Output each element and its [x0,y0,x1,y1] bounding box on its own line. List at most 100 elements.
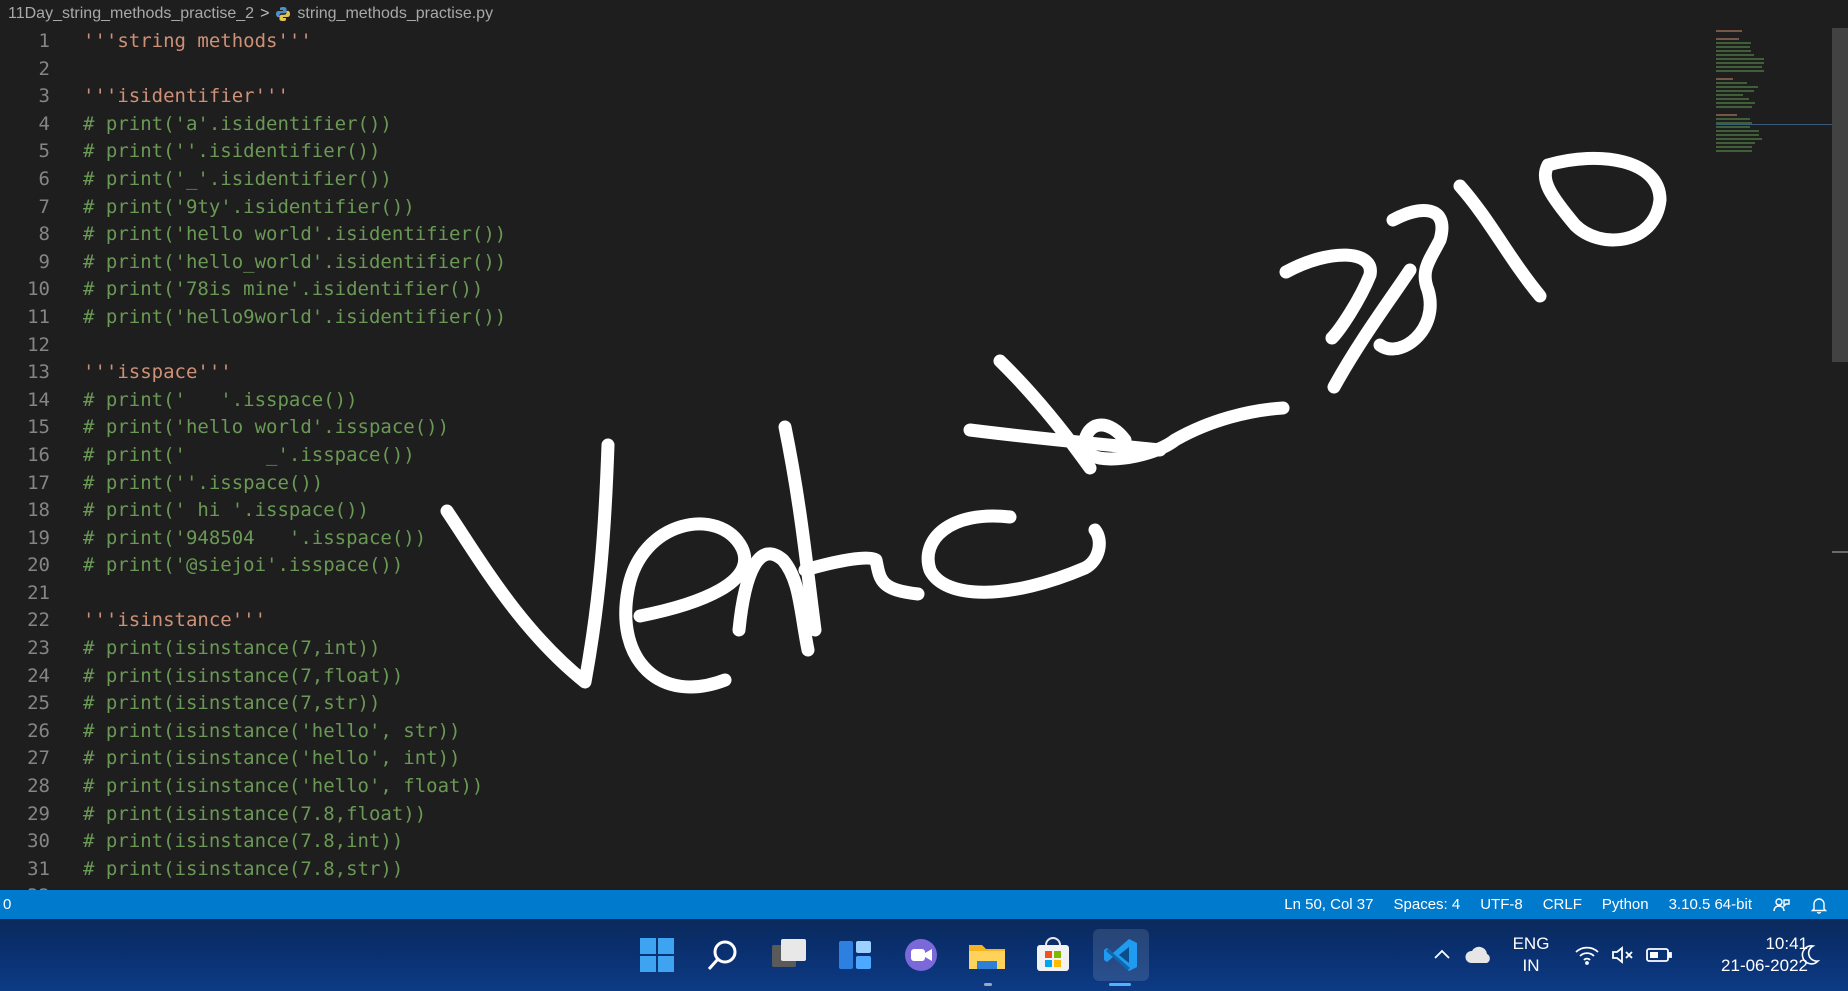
moon-focus-icon[interactable] [1792,929,1826,981]
code-line[interactable]: 27 # print(isinstance('hello', int)) [0,745,1848,773]
line-text: # print('_'.isidentifier()) [83,167,392,190]
scrollbar-thumb[interactable] [1832,28,1848,362]
code-line[interactable]: 28 # print(isinstance('hello', float)) [0,773,1848,801]
line-number: 5 [38,140,50,163]
code-line[interactable]: 16 # print(' _'.isspace()) [0,442,1848,470]
code-line[interactable]: 14 # print(' '.isspace()) [0,387,1848,415]
minimap-line [1716,150,1753,152]
code-line[interactable]: 23 # print(isinstance(7,int)) [0,635,1848,663]
breadcrumb-folder[interactable]: 11Day_string_methods_practise_2 [8,5,254,23]
vscode-active-indicator [1109,983,1131,986]
start-windows-icon[interactable] [631,929,683,981]
line-number: 15 [27,416,50,439]
code-line[interactable]: 6 # print('_'.isidentifier()) [0,166,1848,194]
code-line[interactable]: 11 # print('hello9world'.isidentifier()) [0,304,1848,332]
minimap-line [1716,118,1750,120]
file-explorer-icon[interactable] [961,929,1013,981]
scrollbar-cursor-marker [1832,551,1848,553]
status-interpreter[interactable]: 3.10.5 64-bit [1669,896,1752,913]
code-line[interactable]: 1 '''string methods''' [0,28,1848,56]
line-text: '''isspace''' [83,361,232,384]
line-number: 27 [27,747,50,770]
code-line[interactable]: 21 [0,580,1848,608]
microsoft-store-icon[interactable] [1027,929,1079,981]
notifications-bell-icon[interactable] [1810,896,1828,914]
code-line[interactable]: 10 # print('78is mine'.isidentifier()) [0,276,1848,304]
code-line[interactable]: 7 # print('9ty'.isidentifier()) [0,194,1848,222]
breadcrumb-file[interactable]: string_methods_practise.py [297,5,493,23]
code-line[interactable]: 22 '''isinstance''' [0,607,1848,635]
code-line[interactable]: 2 [0,56,1848,84]
line-number: 8 [38,223,50,246]
code-line[interactable]: 26 # print(isinstance('hello', str)) [0,718,1848,746]
line-text: # print('@siejoi'.isspace()) [83,554,404,577]
code-lines: 1 '''string methods''' 2 3 '''isidentifier''… [0,28,1848,890]
minimap-line [1716,90,1754,92]
minimap-line [1716,78,1733,80]
code-editor[interactable]: 1 '''string methods''' 2 3 '''isidentifier''… [0,28,1848,890]
line-text: '''string methods''' [83,30,312,52]
line-text: # print(' '.isspace()) [83,388,358,411]
status-encoding[interactable]: UTF-8 [1480,896,1523,913]
line-number: 18 [27,499,50,522]
code-line[interactable]: 15 # print('hello world'.isspace()) [0,414,1848,442]
code-line[interactable]: 3 '''isidentifier''' [0,83,1848,111]
code-line[interactable]: 31 # print(isinstance(7.8,str)) [0,856,1848,884]
line-number: 1 [38,30,50,52]
vscode-icon[interactable] [1093,929,1149,981]
line-text: # print(isinstance(7.8,str)) [83,857,404,880]
onedrive-cloud-icon[interactable] [1462,929,1496,981]
line-number: 7 [38,195,50,218]
minimap-slider[interactable] [1716,124,1848,125]
status-bar: 0 Ln 50, Col 37 Spaces: 4 UTF-8 CRLF Pyt… [0,890,1848,919]
line-number: 26 [27,719,50,742]
minimap-line [1716,138,1762,140]
code-line[interactable]: 8 # print('hello world'.isidentifier()) [0,221,1848,249]
code-line[interactable]: 30 # print(isinstance(7.8,int)) [0,828,1848,856]
minimap-line [1716,126,1750,128]
minimap-line [1716,94,1744,96]
line-text: # print(isinstance('hello', int)) [83,747,461,770]
line-number: 20 [27,554,50,577]
code-line[interactable]: 12 [0,332,1848,360]
language-code: ENG [1512,934,1550,953]
status-indentation[interactable]: Spaces: 4 [1394,896,1461,913]
code-line[interactable]: 5 # print(''.isidentifier()) [0,138,1848,166]
volume-muted-icon[interactable] [1606,929,1640,981]
code-line[interactable]: 17 # print(''.isspace()) [0,470,1848,498]
line-text: # print(''.isidentifier()) [83,140,381,163]
line-text: # print(isinstance(7.8,int)) [83,830,404,853]
status-problems-count[interactable]: 0 [0,896,11,913]
code-line[interactable]: 9 # print('hello_world'.isidentifier()) [0,249,1848,277]
status-language[interactable]: Python [1602,896,1649,913]
python-file-icon [275,6,291,22]
line-number: 23 [27,637,50,660]
minimap-line [1716,54,1754,56]
widgets-icon[interactable] [829,929,881,981]
wifi-icon[interactable] [1570,929,1604,981]
code-line[interactable]: 25 # print(isinstance(7,str)) [0,690,1848,718]
teams-chat-icon[interactable] [895,929,947,981]
code-line[interactable]: 20 # print('@siejoi'.isspace()) [0,552,1848,580]
battery-icon[interactable] [1642,929,1676,981]
status-cursor-position[interactable]: Ln 50, Col 37 [1284,896,1373,913]
search-icon[interactable] [697,929,749,981]
status-eol[interactable]: CRLF [1543,896,1582,913]
code-line[interactable]: 29 # print(isinstance(7.8,float)) [0,801,1848,829]
minimap[interactable] [1716,28,1844,152]
task-view-icon[interactable] [763,929,815,981]
code-line[interactable]: 4 # print('a'.isidentifier()) [0,111,1848,139]
chevron-up-icon[interactable] [1428,929,1456,981]
code-line[interactable]: 13 '''isspace''' [0,359,1848,387]
code-line[interactable]: 18 # print(' hi '.isspace()) [0,497,1848,525]
line-text: # print('hello world'.isidentifier()) [83,223,507,246]
code-line[interactable]: 19 # print('948504 '.isspace()) [0,525,1848,553]
line-text: '''isidentifier''' [83,85,289,108]
feedback-icon[interactable] [1772,896,1790,914]
line-number: 4 [38,112,50,135]
minimap-line [1716,86,1758,88]
minimap-line [1716,102,1755,104]
code-line[interactable]: 24 # print(isinstance(7,float)) [0,663,1848,691]
code-line[interactable]: 32 [0,883,1848,890]
minimap-line [1716,66,1762,68]
